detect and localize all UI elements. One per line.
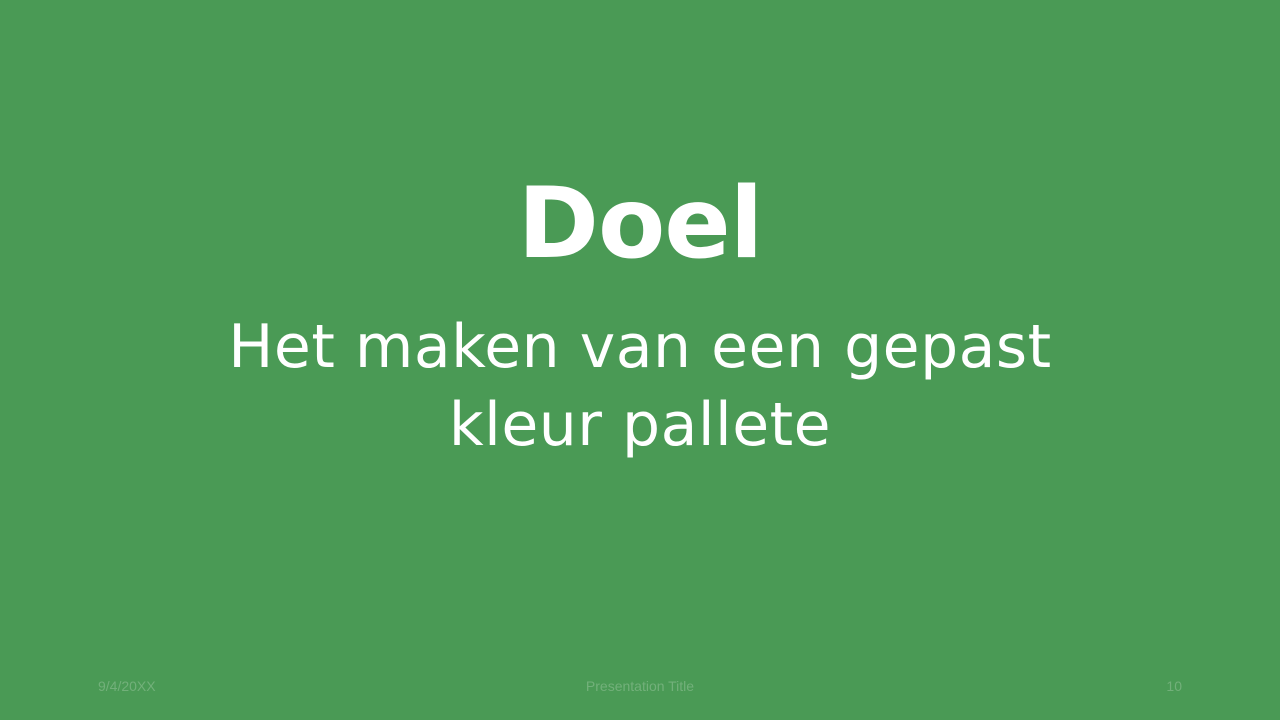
slide-subtitle-line-1: Het maken van een gepast — [228, 312, 1052, 382]
footer-page-number: 10 — [1166, 678, 1182, 694]
slide-subtitle: Het maken van een gepast kleur pallete — [140, 308, 1140, 464]
footer-presentation-title: Presentation Title — [585, 678, 695, 694]
slide: Doel Het maken van een gepast kleur pall… — [0, 0, 1280, 720]
slide-title: Doel — [517, 167, 764, 281]
slide-subtitle-line-2: kleur pallete — [448, 390, 832, 460]
footer-date: 9/4/20XX — [98, 678, 156, 694]
